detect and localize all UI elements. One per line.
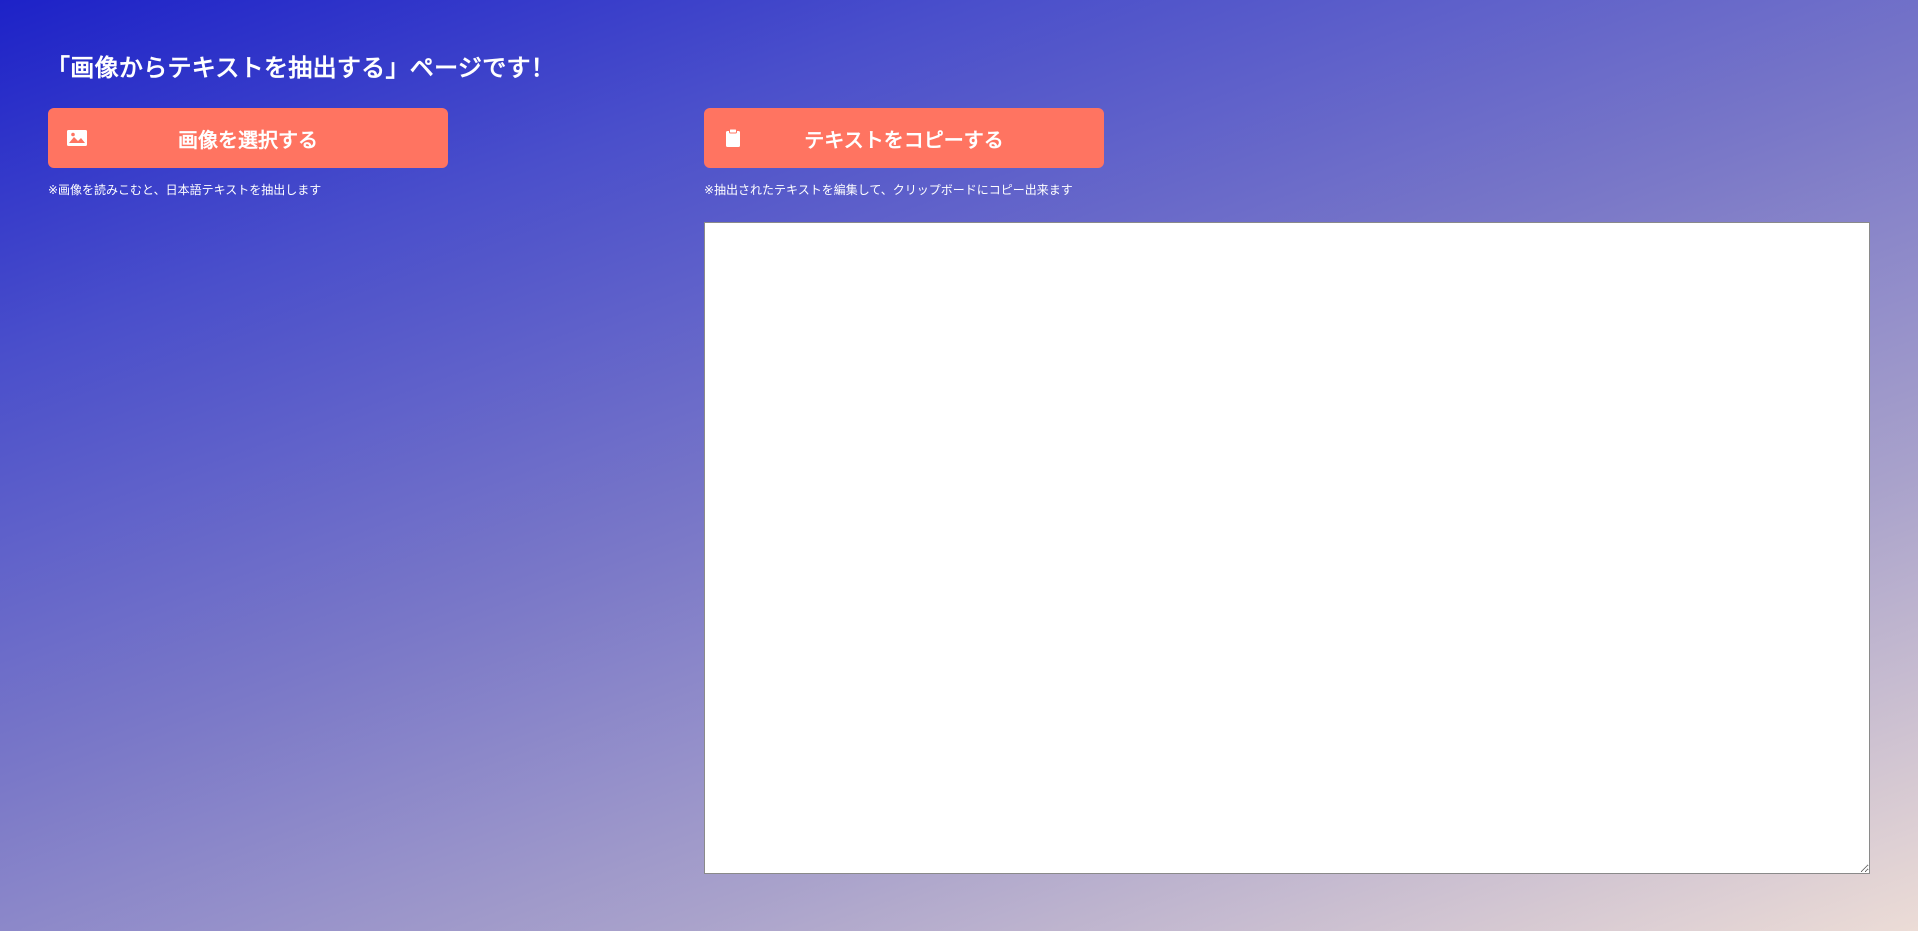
extracted-text-area[interactable] (704, 222, 1870, 874)
page-title: 「画像からテキストを抽出する」ページです！ (46, 54, 556, 82)
image-icon (66, 127, 88, 149)
select-image-note: ※画像を読みこむと、日本語テキストを抽出します (48, 183, 322, 197)
copy-text-note: ※抽出されたテキストを編集して、クリップボードにコピー出来ます (704, 183, 1073, 197)
copy-text-button-label: テキストをコピーする (804, 127, 1004, 152)
select-image-button-label: 画像を選択する (178, 127, 318, 152)
clipboard-icon (722, 127, 744, 149)
copy-text-button[interactable]: テキストをコピーする (704, 108, 1104, 168)
select-image-button[interactable]: 画像を選択する (48, 108, 448, 168)
